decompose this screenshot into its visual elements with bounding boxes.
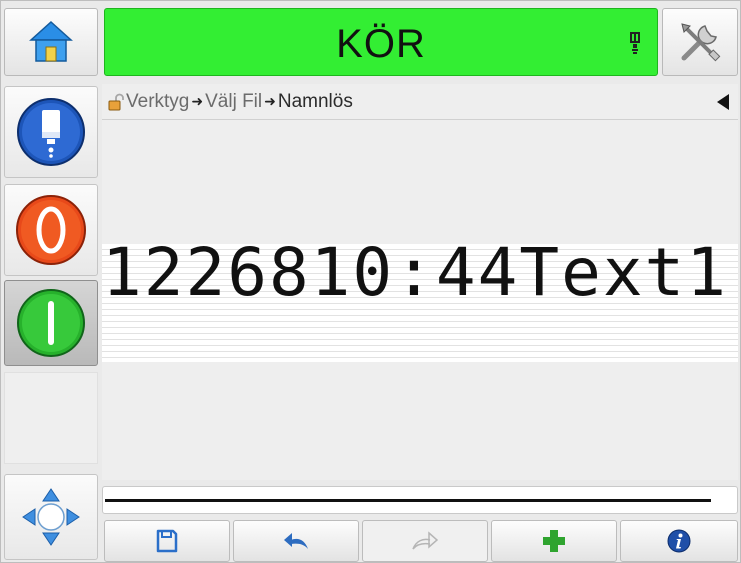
save-icon: [156, 529, 178, 553]
info-icon: [667, 529, 691, 553]
breadcrumb-item-select-file[interactable]: Välj Fil: [205, 91, 262, 113]
info-button[interactable]: [620, 520, 738, 562]
add-icon: [543, 530, 565, 552]
horizontal-scrollbar[interactable]: [102, 486, 738, 514]
home-icon: [29, 20, 73, 62]
stop-icon: [16, 195, 86, 265]
tools-button[interactable]: [662, 8, 738, 76]
start-button[interactable]: [4, 280, 98, 366]
status-bar: KÖR: [104, 8, 658, 76]
redo-button[interactable]: [362, 520, 488, 562]
status-text: KÖR: [336, 22, 426, 66]
undo-icon: [284, 533, 308, 549]
add-button[interactable]: [491, 520, 617, 562]
tools-icon: [681, 23, 721, 62]
unlocked-padlock-icon: [108, 93, 124, 110]
navigation-arrows-icon: [22, 488, 80, 546]
breadcrumb-item-tools[interactable]: Verktyg: [126, 91, 189, 113]
ink-bottle-icon: [17, 98, 85, 166]
redo-icon: [412, 531, 439, 550]
ink-level-icon: [630, 32, 640, 54]
collapse-left-icon[interactable]: [716, 94, 730, 110]
breadcrumb-separator-icon: ➜: [264, 93, 276, 109]
save-button[interactable]: [104, 520, 230, 562]
empty-side-slot: [4, 372, 98, 464]
stop-button[interactable]: [4, 184, 98, 276]
breadcrumb: Verktyg ➜ Välj Fil ➜ Namnlös: [102, 84, 738, 120]
main-panel: Verktyg ➜ Välj Fil ➜ Namnlös 1226810:44T…: [102, 84, 738, 480]
undo-button[interactable]: [233, 520, 359, 562]
message-text: 1226810:44Text1: [102, 242, 729, 304]
start-icon: [17, 289, 85, 357]
message-preview[interactable]: 1226810:44Text1: [102, 242, 738, 362]
breadcrumb-item-current: Namnlös: [277, 90, 353, 112]
breadcrumb-separator-icon: ➜: [191, 93, 204, 109]
scrollbar-thumb[interactable]: [105, 499, 711, 502]
ink-system-button[interactable]: [4, 86, 98, 178]
home-button[interactable]: [4, 8, 98, 76]
navigation-button[interactable]: [4, 474, 98, 560]
